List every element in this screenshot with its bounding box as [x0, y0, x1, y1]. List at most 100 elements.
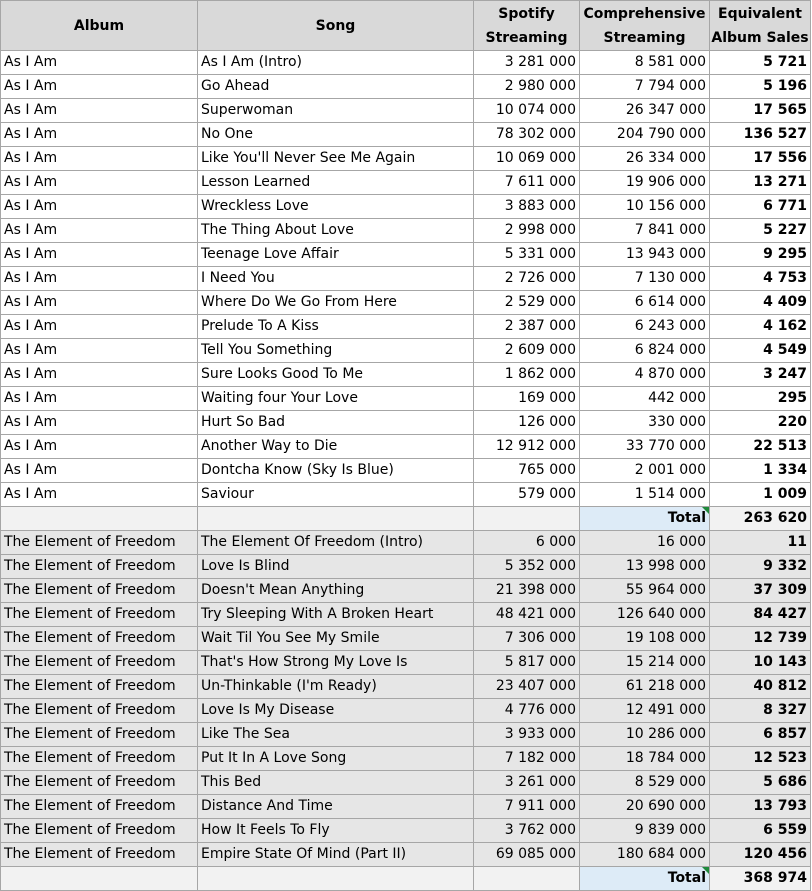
- equivalent-album-sales-cell[interactable]: 6 559: [709, 818, 811, 843]
- empty-cell[interactable]: [0, 866, 198, 891]
- spotify-streaming-cell[interactable]: 2 726 000: [473, 266, 580, 291]
- song-cell[interactable]: Waiting four Your Love: [197, 386, 474, 411]
- song-cell[interactable]: This Bed: [197, 770, 474, 795]
- equivalent-album-sales-cell[interactable]: 1 334: [709, 458, 811, 483]
- empty-cell[interactable]: [197, 506, 474, 531]
- spotify-streaming-cell[interactable]: 3 281 000: [473, 50, 580, 75]
- comprehensive-streaming-cell[interactable]: 442 000: [579, 386, 710, 411]
- spotify-streaming-cell[interactable]: 2 387 000: [473, 314, 580, 339]
- comprehensive-streaming-cell[interactable]: 61 218 000: [579, 674, 710, 699]
- comprehensive-streaming-cell[interactable]: 16 000: [579, 530, 710, 555]
- comprehensive-streaming-cell[interactable]: 19 906 000: [579, 170, 710, 195]
- spotify-streaming-cell[interactable]: 48 421 000: [473, 602, 580, 627]
- album-cell[interactable]: The Element of Freedom: [0, 578, 198, 603]
- spotify-streaming-cell[interactable]: 1 862 000: [473, 362, 580, 387]
- equivalent-album-sales-cell[interactable]: 4 753: [709, 266, 811, 291]
- comprehensive-streaming-cell[interactable]: 19 108 000: [579, 626, 710, 651]
- song-cell[interactable]: As I Am (Intro): [197, 50, 474, 75]
- spotify-streaming-cell[interactable]: 7 182 000: [473, 746, 580, 771]
- spotify-streaming-cell[interactable]: 4 776 000: [473, 698, 580, 723]
- song-cell[interactable]: Saviour: [197, 482, 474, 507]
- header-song[interactable]: Song: [197, 0, 474, 51]
- spotify-streaming-cell[interactable]: 7 611 000: [473, 170, 580, 195]
- album-cell[interactable]: The Element of Freedom: [0, 770, 198, 795]
- spotify-streaming-cell[interactable]: 579 000: [473, 482, 580, 507]
- spotify-streaming-cell[interactable]: 78 302 000: [473, 122, 580, 147]
- album-cell[interactable]: As I Am: [0, 170, 198, 195]
- spotify-streaming-cell[interactable]: 2 980 000: [473, 74, 580, 99]
- empty-cell[interactable]: [0, 506, 198, 531]
- empty-cell[interactable]: [473, 866, 580, 891]
- album-cell[interactable]: The Element of Freedom: [0, 602, 198, 627]
- album-cell[interactable]: As I Am: [0, 386, 198, 411]
- comprehensive-streaming-cell[interactable]: 330 000: [579, 410, 710, 435]
- album-cell[interactable]: As I Am: [0, 146, 198, 171]
- comprehensive-streaming-cell[interactable]: 9 839 000: [579, 818, 710, 843]
- equivalent-album-sales-cell[interactable]: 5 721: [709, 50, 811, 75]
- comprehensive-streaming-cell[interactable]: 12 491 000: [579, 698, 710, 723]
- song-cell[interactable]: Teenage Love Affair: [197, 242, 474, 267]
- header-comprehensive-streaming[interactable]: Comprehensive Streaming: [579, 0, 710, 51]
- song-cell[interactable]: Doesn't Mean Anything: [197, 578, 474, 603]
- song-cell[interactable]: Put It In A Love Song: [197, 746, 474, 771]
- total-value[interactable]: 263 620: [709, 506, 811, 531]
- song-cell[interactable]: Go Ahead: [197, 74, 474, 99]
- album-cell[interactable]: As I Am: [0, 482, 198, 507]
- equivalent-album-sales-cell[interactable]: 4 162: [709, 314, 811, 339]
- song-cell[interactable]: Un-Thinkable (I'm Ready): [197, 674, 474, 699]
- equivalent-album-sales-cell[interactable]: 3 247: [709, 362, 811, 387]
- song-cell[interactable]: Sure Looks Good To Me: [197, 362, 474, 387]
- comprehensive-streaming-cell[interactable]: 18 784 000: [579, 746, 710, 771]
- spotify-streaming-cell[interactable]: 10 069 000: [473, 146, 580, 171]
- equivalent-album-sales-cell[interactable]: 22 513: [709, 434, 811, 459]
- total-label[interactable]: Total: [579, 506, 710, 531]
- album-cell[interactable]: The Element of Freedom: [0, 746, 198, 771]
- song-cell[interactable]: Tell You Something: [197, 338, 474, 363]
- spotify-streaming-cell[interactable]: 5 352 000: [473, 554, 580, 579]
- comprehensive-streaming-cell[interactable]: 13 998 000: [579, 554, 710, 579]
- song-cell[interactable]: Where Do We Go From Here: [197, 290, 474, 315]
- comprehensive-streaming-cell[interactable]: 7 130 000: [579, 266, 710, 291]
- spotify-streaming-cell[interactable]: 3 883 000: [473, 194, 580, 219]
- equivalent-album-sales-cell[interactable]: 17 565: [709, 98, 811, 123]
- spotify-streaming-cell[interactable]: 169 000: [473, 386, 580, 411]
- total-value[interactable]: 368 974: [709, 866, 811, 891]
- equivalent-album-sales-cell[interactable]: 11: [709, 530, 811, 555]
- comprehensive-streaming-cell[interactable]: 26 347 000: [579, 98, 710, 123]
- equivalent-album-sales-cell[interactable]: 295: [709, 386, 811, 411]
- song-cell[interactable]: That's How Strong My Love Is: [197, 650, 474, 675]
- album-cell[interactable]: As I Am: [0, 98, 198, 123]
- spotify-streaming-cell[interactable]: 6 000: [473, 530, 580, 555]
- song-cell[interactable]: The Element Of Freedom (Intro): [197, 530, 474, 555]
- song-cell[interactable]: Hurt So Bad: [197, 410, 474, 435]
- spotify-streaming-cell[interactable]: 3 762 000: [473, 818, 580, 843]
- album-cell[interactable]: The Element of Freedom: [0, 530, 198, 555]
- album-cell[interactable]: As I Am: [0, 266, 198, 291]
- empty-cell[interactable]: [197, 866, 474, 891]
- song-cell[interactable]: Try Sleeping With A Broken Heart: [197, 602, 474, 627]
- comprehensive-streaming-cell[interactable]: 204 790 000: [579, 122, 710, 147]
- equivalent-album-sales-cell[interactable]: 17 556: [709, 146, 811, 171]
- equivalent-album-sales-cell[interactable]: 37 309: [709, 578, 811, 603]
- spotify-streaming-cell[interactable]: 7 306 000: [473, 626, 580, 651]
- song-cell[interactable]: Wreckless Love: [197, 194, 474, 219]
- song-cell[interactable]: Dontcha Know (Sky Is Blue): [197, 458, 474, 483]
- album-cell[interactable]: As I Am: [0, 194, 198, 219]
- spotify-streaming-cell[interactable]: 765 000: [473, 458, 580, 483]
- album-cell[interactable]: The Element of Freedom: [0, 818, 198, 843]
- comprehensive-streaming-cell[interactable]: 26 334 000: [579, 146, 710, 171]
- comprehensive-streaming-cell[interactable]: 20 690 000: [579, 794, 710, 819]
- album-cell[interactable]: As I Am: [0, 50, 198, 75]
- equivalent-album-sales-cell[interactable]: 6 771: [709, 194, 811, 219]
- equivalent-album-sales-cell[interactable]: 40 812: [709, 674, 811, 699]
- song-cell[interactable]: Love Is My Disease: [197, 698, 474, 723]
- equivalent-album-sales-cell[interactable]: 136 527: [709, 122, 811, 147]
- equivalent-album-sales-cell[interactable]: 10 143: [709, 650, 811, 675]
- album-cell[interactable]: The Element of Freedom: [0, 842, 198, 867]
- song-cell[interactable]: Wait Til You See My Smile: [197, 626, 474, 651]
- comprehensive-streaming-cell[interactable]: 7 841 000: [579, 218, 710, 243]
- comprehensive-streaming-cell[interactable]: 6 243 000: [579, 314, 710, 339]
- comprehensive-streaming-cell[interactable]: 10 156 000: [579, 194, 710, 219]
- equivalent-album-sales-cell[interactable]: 220: [709, 410, 811, 435]
- comprehensive-streaming-cell[interactable]: 55 964 000: [579, 578, 710, 603]
